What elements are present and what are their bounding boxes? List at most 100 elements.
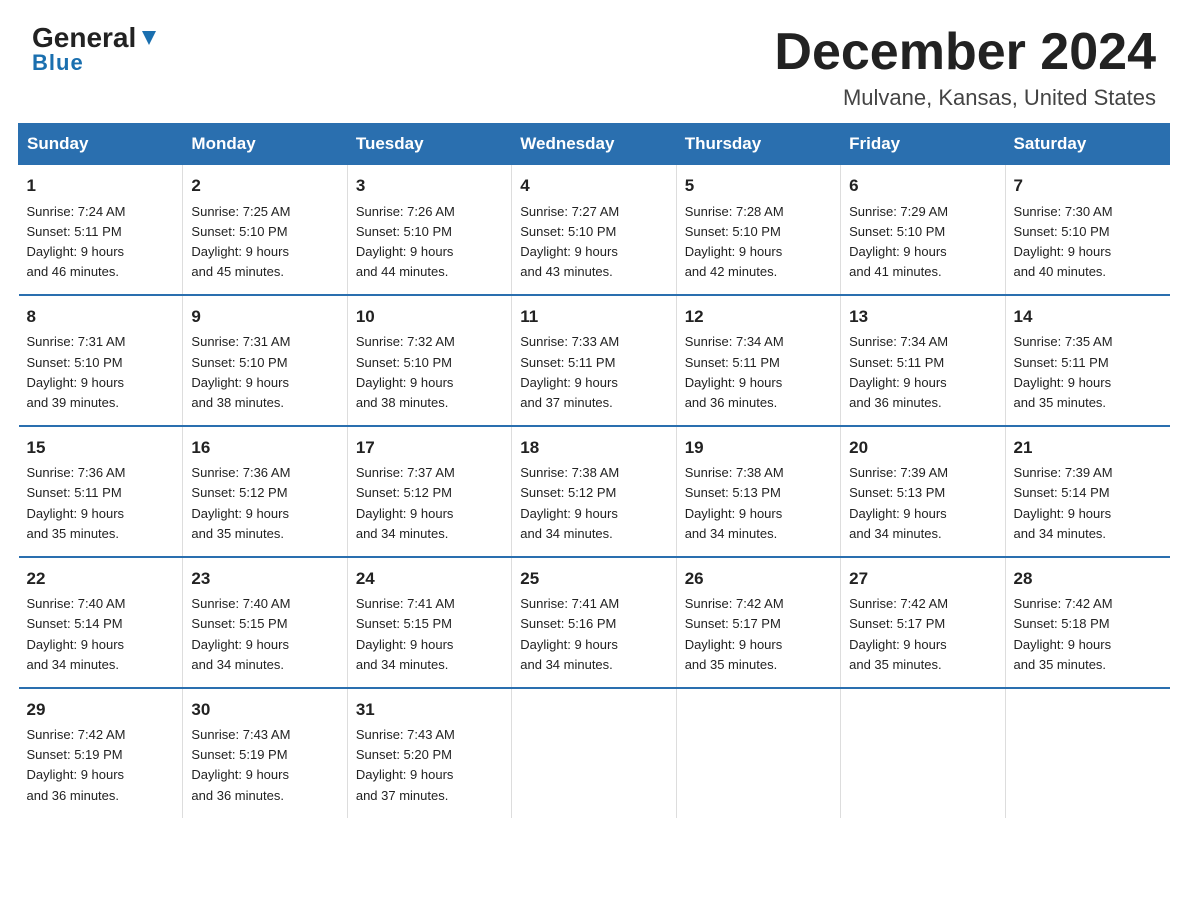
day-info: Sunrise: 7:37 AM Sunset: 5:12 PM Dayligh… bbox=[356, 463, 503, 544]
day-info: Sunrise: 7:30 AM Sunset: 5:10 PM Dayligh… bbox=[1014, 202, 1162, 283]
table-row: 31Sunrise: 7:43 AM Sunset: 5:20 PM Dayli… bbox=[347, 688, 511, 818]
table-row: 24Sunrise: 7:41 AM Sunset: 5:15 PM Dayli… bbox=[347, 557, 511, 688]
day-info: Sunrise: 7:31 AM Sunset: 5:10 PM Dayligh… bbox=[27, 332, 175, 413]
table-row: 5 Sunrise: 7:28 AM Sunset: 5:10 PM Daylig… bbox=[676, 165, 840, 295]
table-row bbox=[1005, 688, 1169, 818]
day-info: Sunrise: 7:31 AM Sunset: 5:10 PM Dayligh… bbox=[191, 332, 338, 413]
day-info: Sunrise: 7:29 AM Sunset: 5:10 PM Dayligh… bbox=[849, 202, 996, 283]
day-number: 17 bbox=[356, 435, 503, 461]
header-monday: Monday bbox=[183, 124, 347, 165]
day-info: Sunrise: 7:41 AM Sunset: 5:16 PM Dayligh… bbox=[520, 594, 667, 675]
day-number: 27 bbox=[849, 566, 996, 592]
day-number: 31 bbox=[356, 697, 503, 723]
day-number: 23 bbox=[191, 566, 338, 592]
day-number: 9 bbox=[191, 304, 338, 330]
calendar-week-row: 22Sunrise: 7:40 AM Sunset: 5:14 PM Dayli… bbox=[19, 557, 1170, 688]
day-number: 28 bbox=[1014, 566, 1162, 592]
day-number: 22 bbox=[27, 566, 175, 592]
header-sunday: Sunday bbox=[19, 124, 183, 165]
table-row: 23Sunrise: 7:40 AM Sunset: 5:15 PM Dayli… bbox=[183, 557, 347, 688]
day-info: Sunrise: 7:41 AM Sunset: 5:15 PM Dayligh… bbox=[356, 594, 503, 675]
calendar-week-row: 15Sunrise: 7:36 AM Sunset: 5:11 PM Dayli… bbox=[19, 426, 1170, 557]
day-info: Sunrise: 7:27 AM Sunset: 5:10 PM Dayligh… bbox=[520, 202, 667, 283]
day-number: 30 bbox=[191, 697, 338, 723]
day-number: 12 bbox=[685, 304, 832, 330]
table-row: 30Sunrise: 7:43 AM Sunset: 5:19 PM Dayli… bbox=[183, 688, 347, 818]
table-row: 9Sunrise: 7:31 AM Sunset: 5:10 PM Daylig… bbox=[183, 295, 347, 426]
header: General Blue December 2024 Mulvane, Kans… bbox=[0, 0, 1188, 123]
calendar-table: Sunday Monday Tuesday Wednesday Thursday… bbox=[18, 123, 1170, 818]
day-info: Sunrise: 7:40 AM Sunset: 5:14 PM Dayligh… bbox=[27, 594, 175, 675]
table-row: 12Sunrise: 7:34 AM Sunset: 5:11 PM Dayli… bbox=[676, 295, 840, 426]
table-row: 14Sunrise: 7:35 AM Sunset: 5:11 PM Dayli… bbox=[1005, 295, 1169, 426]
day-info: Sunrise: 7:39 AM Sunset: 5:13 PM Dayligh… bbox=[849, 463, 996, 544]
header-friday: Friday bbox=[841, 124, 1005, 165]
day-info: Sunrise: 7:24 AM Sunset: 5:11 PM Dayligh… bbox=[27, 202, 175, 283]
day-info: Sunrise: 7:43 AM Sunset: 5:19 PM Dayligh… bbox=[191, 725, 338, 806]
day-info: Sunrise: 7:36 AM Sunset: 5:11 PM Dayligh… bbox=[27, 463, 175, 544]
table-row bbox=[676, 688, 840, 818]
logo: General Blue bbox=[32, 24, 160, 76]
day-number: 11 bbox=[520, 304, 667, 330]
day-number: 21 bbox=[1014, 435, 1162, 461]
month-title: December 2024 bbox=[774, 24, 1156, 81]
logo-blue: Blue bbox=[32, 50, 84, 76]
table-row: 28Sunrise: 7:42 AM Sunset: 5:18 PM Dayli… bbox=[1005, 557, 1169, 688]
table-row: 16Sunrise: 7:36 AM Sunset: 5:12 PM Dayli… bbox=[183, 426, 347, 557]
day-number: 8 bbox=[27, 304, 175, 330]
day-number: 13 bbox=[849, 304, 996, 330]
day-info: Sunrise: 7:43 AM Sunset: 5:20 PM Dayligh… bbox=[356, 725, 503, 806]
day-info: Sunrise: 7:39 AM Sunset: 5:14 PM Dayligh… bbox=[1014, 463, 1162, 544]
logo-triangle-icon bbox=[138, 27, 160, 49]
day-number: 26 bbox=[685, 566, 832, 592]
location-title: Mulvane, Kansas, United States bbox=[774, 85, 1156, 111]
day-info: Sunrise: 7:40 AM Sunset: 5:15 PM Dayligh… bbox=[191, 594, 338, 675]
day-number: 2 bbox=[191, 173, 338, 199]
table-row: 3 Sunrise: 7:26 AM Sunset: 5:10 PM Daylig… bbox=[347, 165, 511, 295]
day-info: Sunrise: 7:42 AM Sunset: 5:17 PM Dayligh… bbox=[849, 594, 996, 675]
day-number: 16 bbox=[191, 435, 338, 461]
day-number: 5 bbox=[685, 173, 832, 199]
day-number: 6 bbox=[849, 173, 996, 199]
day-number: 7 bbox=[1014, 173, 1162, 199]
calendar-week-row: 1 Sunrise: 7:24 AM Sunset: 5:11 PM Daylig… bbox=[19, 165, 1170, 295]
day-number: 3 bbox=[356, 173, 503, 199]
day-info: Sunrise: 7:35 AM Sunset: 5:11 PM Dayligh… bbox=[1014, 332, 1162, 413]
day-info: Sunrise: 7:28 AM Sunset: 5:10 PM Dayligh… bbox=[685, 202, 832, 283]
table-row: 1 Sunrise: 7:24 AM Sunset: 5:11 PM Daylig… bbox=[19, 165, 183, 295]
day-info: Sunrise: 7:38 AM Sunset: 5:13 PM Dayligh… bbox=[685, 463, 832, 544]
calendar-header-row: Sunday Monday Tuesday Wednesday Thursday… bbox=[19, 124, 1170, 165]
day-number: 18 bbox=[520, 435, 667, 461]
table-row: 8Sunrise: 7:31 AM Sunset: 5:10 PM Daylig… bbox=[19, 295, 183, 426]
header-wednesday: Wednesday bbox=[512, 124, 676, 165]
day-number: 10 bbox=[356, 304, 503, 330]
table-row bbox=[841, 688, 1005, 818]
day-number: 1 bbox=[27, 173, 175, 199]
day-info: Sunrise: 7:32 AM Sunset: 5:10 PM Dayligh… bbox=[356, 332, 503, 413]
logo-general: General bbox=[32, 24, 136, 52]
table-row: 18Sunrise: 7:38 AM Sunset: 5:12 PM Dayli… bbox=[512, 426, 676, 557]
table-row: 10Sunrise: 7:32 AM Sunset: 5:10 PM Dayli… bbox=[347, 295, 511, 426]
title-block: December 2024 Mulvane, Kansas, United St… bbox=[774, 24, 1156, 111]
calendar-week-row: 29Sunrise: 7:42 AM Sunset: 5:19 PM Dayli… bbox=[19, 688, 1170, 818]
table-row: 17Sunrise: 7:37 AM Sunset: 5:12 PM Dayli… bbox=[347, 426, 511, 557]
header-saturday: Saturday bbox=[1005, 124, 1169, 165]
table-row: 19Sunrise: 7:38 AM Sunset: 5:13 PM Dayli… bbox=[676, 426, 840, 557]
day-info: Sunrise: 7:26 AM Sunset: 5:10 PM Dayligh… bbox=[356, 202, 503, 283]
table-row: 27Sunrise: 7:42 AM Sunset: 5:17 PM Dayli… bbox=[841, 557, 1005, 688]
calendar-container: Sunday Monday Tuesday Wednesday Thursday… bbox=[0, 123, 1188, 836]
table-row: 4 Sunrise: 7:27 AM Sunset: 5:10 PM Daylig… bbox=[512, 165, 676, 295]
table-row: 29Sunrise: 7:42 AM Sunset: 5:19 PM Dayli… bbox=[19, 688, 183, 818]
day-number: 29 bbox=[27, 697, 175, 723]
table-row: 6 Sunrise: 7:29 AM Sunset: 5:10 PM Daylig… bbox=[841, 165, 1005, 295]
day-number: 4 bbox=[520, 173, 667, 199]
table-row: 7 Sunrise: 7:30 AM Sunset: 5:10 PM Daylig… bbox=[1005, 165, 1169, 295]
day-number: 19 bbox=[685, 435, 832, 461]
table-row: 22Sunrise: 7:40 AM Sunset: 5:14 PM Dayli… bbox=[19, 557, 183, 688]
day-number: 15 bbox=[27, 435, 175, 461]
calendar-week-row: 8Sunrise: 7:31 AM Sunset: 5:10 PM Daylig… bbox=[19, 295, 1170, 426]
table-row: 21Sunrise: 7:39 AM Sunset: 5:14 PM Dayli… bbox=[1005, 426, 1169, 557]
header-thursday: Thursday bbox=[676, 124, 840, 165]
table-row: 11Sunrise: 7:33 AM Sunset: 5:11 PM Dayli… bbox=[512, 295, 676, 426]
day-info: Sunrise: 7:42 AM Sunset: 5:17 PM Dayligh… bbox=[685, 594, 832, 675]
